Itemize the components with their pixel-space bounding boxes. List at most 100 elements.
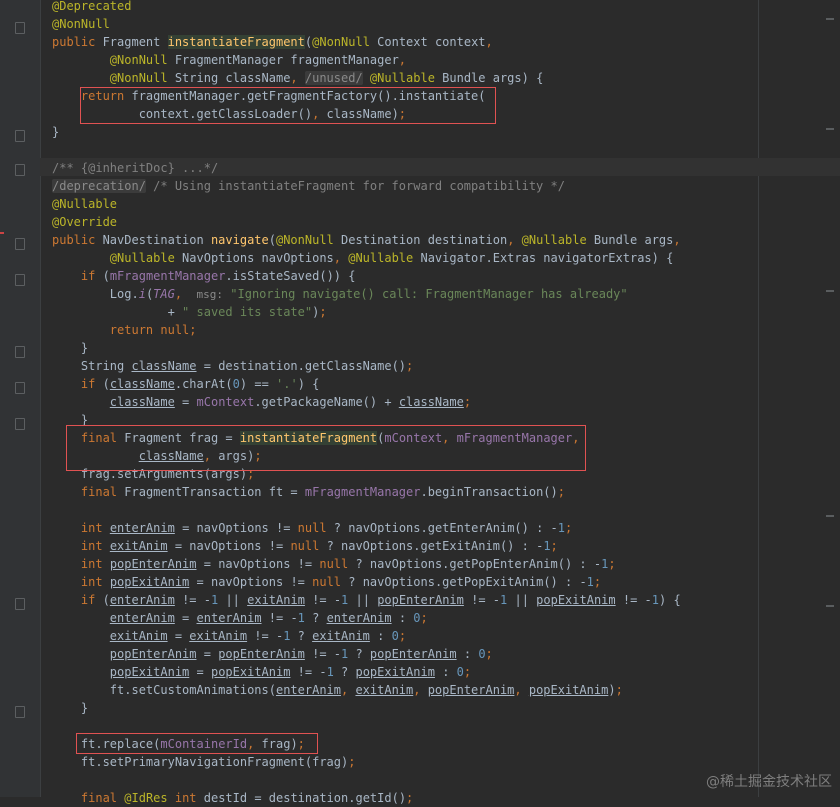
code-line[interactable]: int popExitAnim = navOptions != null ? n… xyxy=(52,573,601,591)
code-line[interactable]: className = mContext.getPackageName() + … xyxy=(52,393,471,411)
code-line[interactable]: } xyxy=(52,699,88,717)
code-token: 1 xyxy=(651,593,659,607)
code-token: @Override xyxy=(52,215,118,229)
code-line[interactable]: @Override xyxy=(52,213,117,231)
code-token: 1 xyxy=(210,593,226,607)
scroll-mark[interactable] xyxy=(826,128,834,130)
code-token: final xyxy=(80,791,125,805)
code-token: != - xyxy=(290,665,327,679)
fold-marker-icon[interactable] xyxy=(15,274,25,286)
code-token: @Nullable xyxy=(52,197,118,211)
code-token: = navOptions != xyxy=(196,557,320,571)
fold-marker-icon[interactable] xyxy=(15,346,25,358)
code-token: .getPackageName() + xyxy=(254,395,399,409)
fold-marker-icon[interactable] xyxy=(15,418,25,430)
code-line[interactable]: public NavDestination navigate(@NonNull … xyxy=(52,231,681,249)
code-line[interactable]: int exitAnim = navOptions != null ? navO… xyxy=(52,537,558,555)
code-line[interactable]: } xyxy=(52,339,88,357)
code-line[interactable]: if (className.charAt(0) == '.') { xyxy=(52,375,319,393)
code-line[interactable]: } xyxy=(52,123,59,141)
code-token: " saved its state" xyxy=(182,305,313,319)
code-line[interactable]: final FragmentTransaction ft = mFragment… xyxy=(52,483,565,501)
code-token: String className xyxy=(174,71,291,85)
code-line[interactable]: Log.i(TAG, msg: "Ignoring navigate() cal… xyxy=(52,285,628,303)
code-token: ( xyxy=(102,593,110,607)
code-line[interactable]: @NonNull xyxy=(52,15,110,33)
code-token: popExitAnim xyxy=(355,665,435,679)
code-line[interactable]: int popEnterAnim = navOptions != null ? … xyxy=(52,555,616,573)
code-token: /deprecation/ xyxy=(52,179,146,193)
code-token: NavDestination xyxy=(102,233,211,247)
code-token: || xyxy=(514,593,537,607)
code-line[interactable]: @NonNull FragmentManager fragmentManager… xyxy=(52,51,406,69)
code-line[interactable]: @Nullable NavOptions navOptions, @Nullab… xyxy=(52,249,674,267)
code-token: public xyxy=(52,233,103,247)
code-line[interactable]: popExitAnim = popExitAnim != -1 ? popExi… xyxy=(52,663,471,681)
code-token: 0 xyxy=(232,377,240,391)
code-line[interactable]: /** {@inheritDoc} ...*/ xyxy=(52,159,218,177)
code-token: instantiateFragment xyxy=(167,35,305,49)
code-token: enterAnim xyxy=(109,593,175,607)
code-token: @NonNull xyxy=(312,35,378,49)
code-line[interactable]: /deprecation/ /* Using instantiateFragme… xyxy=(52,177,565,195)
code-token: Fragment xyxy=(102,35,168,49)
code-token: "Ignoring navigate() call: FragmentManag… xyxy=(230,287,628,301)
code-token: ? xyxy=(297,629,313,643)
code-token: null xyxy=(297,521,334,535)
code-line[interactable]: + " saved its state"); xyxy=(52,303,327,321)
fold-marker-icon[interactable] xyxy=(15,598,25,610)
highlight-box-instantiate-call xyxy=(80,87,496,124)
scroll-mark[interactable] xyxy=(826,605,834,607)
code-line[interactable]: ft.setPrimaryNavigationFragment(frag); xyxy=(52,753,356,771)
code-token: Bundle args) { xyxy=(442,71,544,85)
code-token: ( xyxy=(102,377,110,391)
fold-marker-icon[interactable] xyxy=(15,130,25,142)
code-line[interactable]: ft.setCustomAnimations(enterAnim, exitAn… xyxy=(52,681,623,699)
code-line[interactable]: int enterAnim = navOptions != null ? nav… xyxy=(52,519,572,537)
code-line[interactable]: if (mFragmentManager.isStateSaved()) { xyxy=(52,267,356,285)
watermark: @稀土掘金技术社区 xyxy=(706,774,832,790)
code-line[interactable]: @Nullable xyxy=(52,195,117,213)
code-token: ft.setPrimaryNavigationFragment(frag) xyxy=(80,755,349,769)
code-line[interactable]: @NonNull String className, /unused/ @Nul… xyxy=(52,69,543,87)
fold-marker-icon[interactable] xyxy=(15,22,25,34)
code-token: exitAnim xyxy=(355,683,414,697)
code-token: != - xyxy=(463,593,501,607)
code-token: ( xyxy=(102,269,110,283)
code-line[interactable]: enterAnim = enterAnim != -1 ? enterAnim … xyxy=(52,609,428,627)
code-token: public xyxy=(52,35,103,49)
code-line[interactable]: popEnterAnim = popEnterAnim != -1 ? popE… xyxy=(52,645,493,663)
code-token: @Nullable xyxy=(521,233,594,247)
code-token: popEnterAnim xyxy=(427,683,515,697)
scroll-mark[interactable] xyxy=(826,18,834,20)
code-token: ; xyxy=(615,683,623,697)
code-line[interactable]: String className = destination.getClassN… xyxy=(52,357,413,375)
code-editor[interactable]: @Deprecated @NonNull public Fragment insta… xyxy=(40,0,840,805)
code-line[interactable]: return null; xyxy=(52,321,197,339)
code-token: : xyxy=(369,629,392,643)
code-line[interactable]: public Fragment instantiateFragment(@Non… xyxy=(52,33,493,51)
scroll-mark[interactable] xyxy=(826,515,834,517)
code-token: return null xyxy=(109,323,190,337)
code-line[interactable]: final @IdRes int destId = destination.ge… xyxy=(52,789,413,807)
fold-marker-icon[interactable] xyxy=(15,382,25,394)
code-token: != - xyxy=(304,593,342,607)
code-token: } xyxy=(52,341,89,355)
fold-marker-icon[interactable] xyxy=(15,706,25,718)
code-token: ; xyxy=(420,611,428,625)
code-token: 1 xyxy=(586,575,594,589)
code-token: = navOptions != xyxy=(189,575,313,589)
code-line[interactable]: exitAnim = exitAnim != -1 ? exitAnim : 0… xyxy=(52,627,406,645)
code-line[interactable]: if (enterAnim != -1 || exitAnim != -1 ||… xyxy=(52,591,681,609)
scroll-mark[interactable] xyxy=(826,290,834,292)
code-token: } xyxy=(52,125,60,139)
fold-marker-icon[interactable] xyxy=(15,238,25,250)
editor-gutter[interactable] xyxy=(0,0,41,797)
code-line[interactable]: @Deprecated xyxy=(52,0,131,15)
code-token: 1 xyxy=(557,521,565,535)
fold-marker-icon[interactable] xyxy=(15,164,25,176)
code-token: mFragmentManager xyxy=(109,269,226,283)
